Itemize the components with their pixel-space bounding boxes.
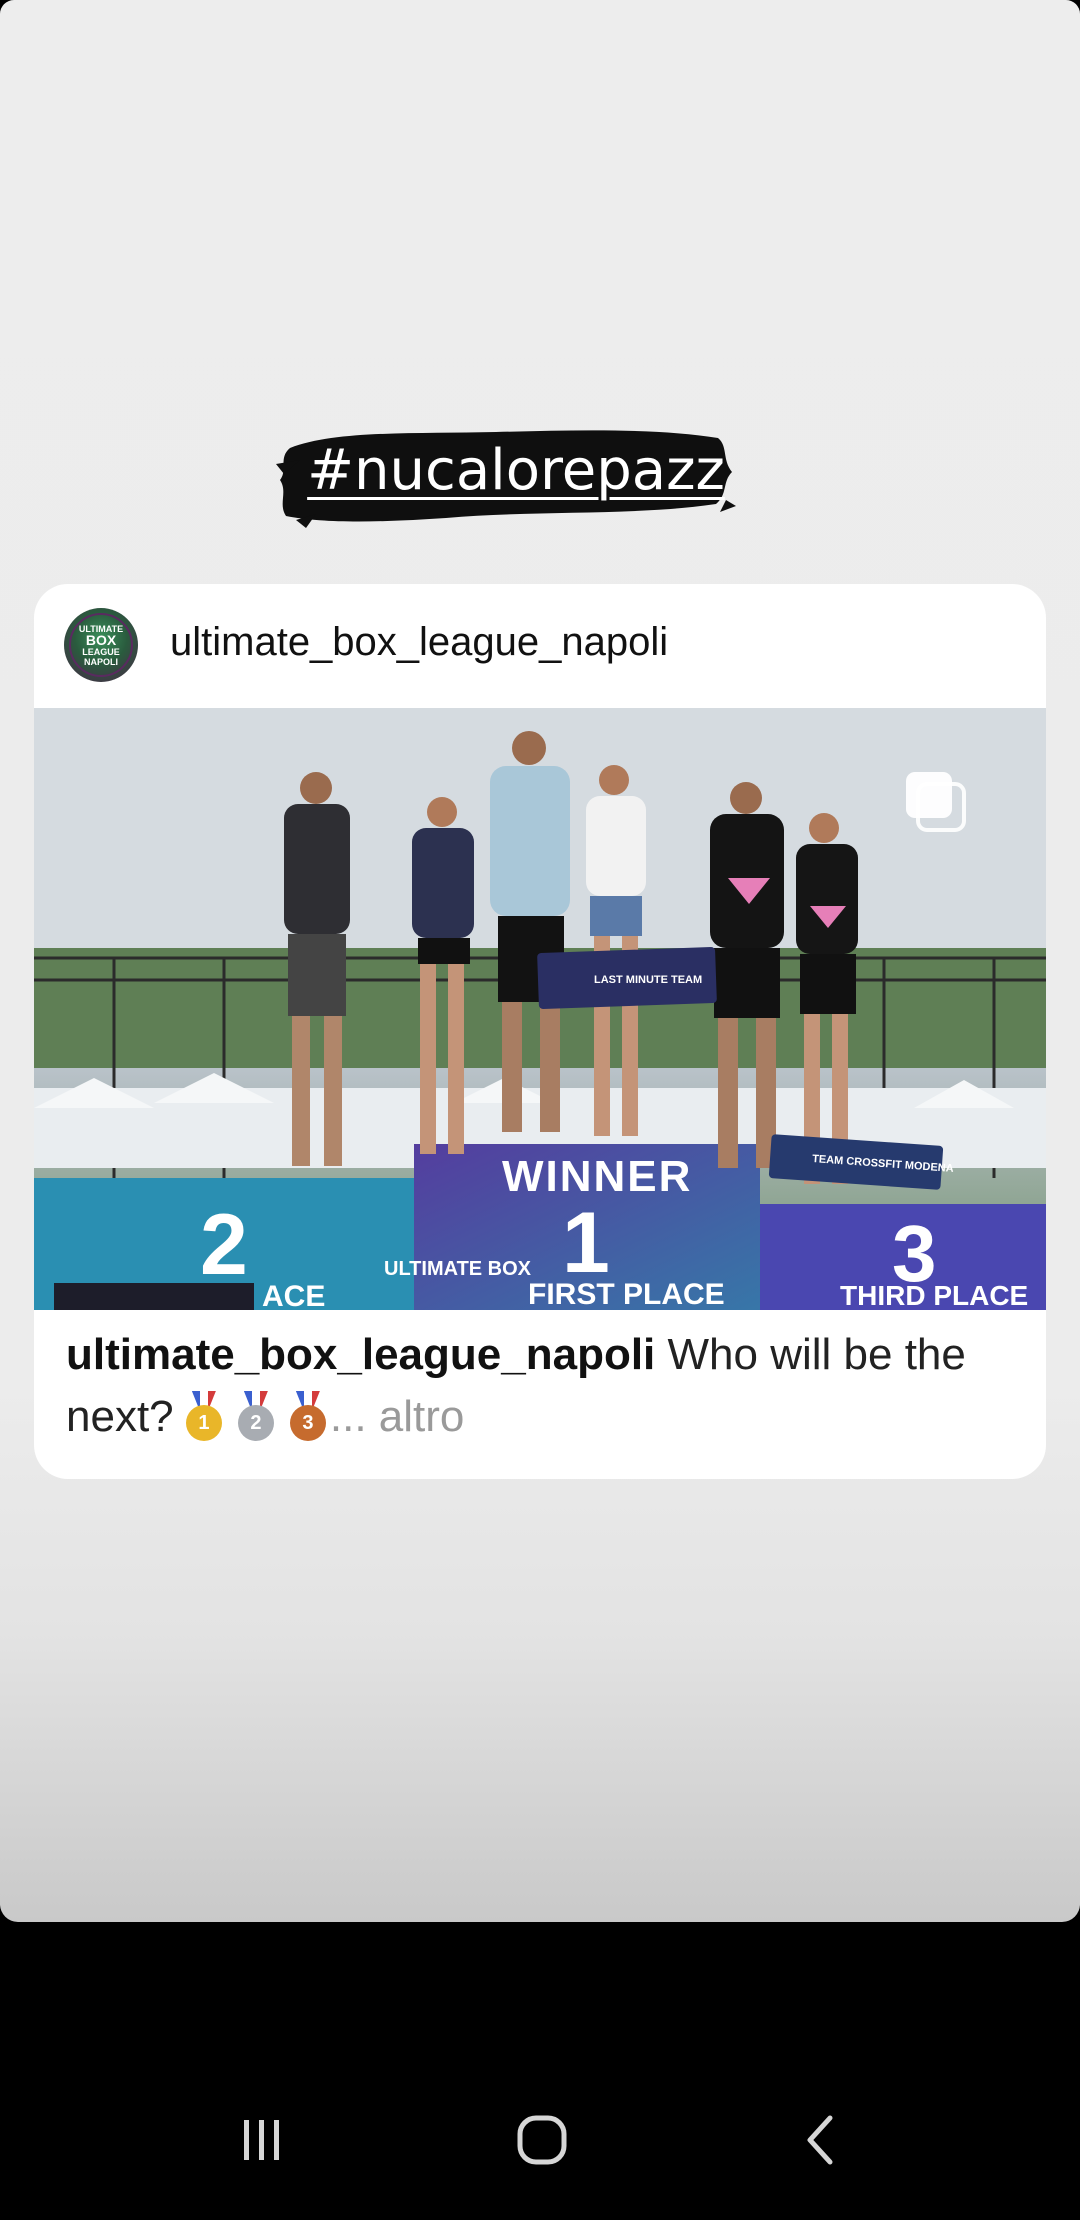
silver-medal-icon: 2 — [237, 1391, 274, 1441]
center-sign-text: LAST MINUTE TEAM — [594, 974, 703, 986]
first-place-text: FIRST PLACE — [528, 1278, 725, 1310]
caption-username[interactable]: ultimate_box_league_napoli — [66, 1330, 655, 1379]
post-username[interactable]: ultimate_box_league_napoli — [170, 620, 668, 665]
avatar-text-line: BOX — [85, 631, 117, 648]
post-photo[interactable]: WINNER 1 2 3 FIRST PLACE THIRD PLACE ACE… — [34, 708, 1046, 1310]
recent-apps-icon[interactable] — [222, 2100, 302, 2180]
gold-medal-icon: 1 — [185, 1391, 222, 1441]
post-caption: ultimate_box_league_napoli Who will be t… — [66, 1324, 1016, 1448]
avatar-text-line: LEAGUE — [82, 646, 120, 657]
multiple-photos-icon — [904, 770, 966, 832]
account-avatar[interactable]: ULTIMATE BOX LEAGUE NAPOLI — [64, 608, 138, 682]
post-header: ULTIMATE BOX LEAGUE NAPOLI ultimate_box_… — [34, 584, 1046, 708]
home-icon[interactable] — [502, 2100, 582, 2180]
third-place-text: THIRD PLACE — [840, 1280, 1029, 1310]
avatar-text-line: NAPOLI — [83, 656, 118, 667]
story-background: #nucalorepazz ULTIMATE BOX LEAGUE NAPOLI… — [0, 0, 1080, 1922]
hashtag-text: #nucalorepazz — [307, 438, 725, 503]
shared-post-card[interactable]: ULTIMATE BOX LEAGUE NAPOLI ultimate_box_… — [34, 584, 1046, 1479]
box-logo-text: ULTIMATE BOX — [384, 1258, 532, 1280]
back-icon[interactable] — [782, 2100, 862, 2180]
hashtag-sticker[interactable]: #nucalorepazz — [276, 420, 736, 532]
second-place-text: ACE — [262, 1280, 326, 1310]
system-navigation-bar — [0, 2040, 1080, 2220]
more-link[interactable]: ... altro — [330, 1392, 465, 1441]
avatar-logo: ULTIMATE BOX LEAGUE NAPOLI — [69, 613, 133, 677]
second-place-number: 2 — [200, 1197, 248, 1293]
bronze-medal-icon: 3 — [289, 1391, 326, 1441]
